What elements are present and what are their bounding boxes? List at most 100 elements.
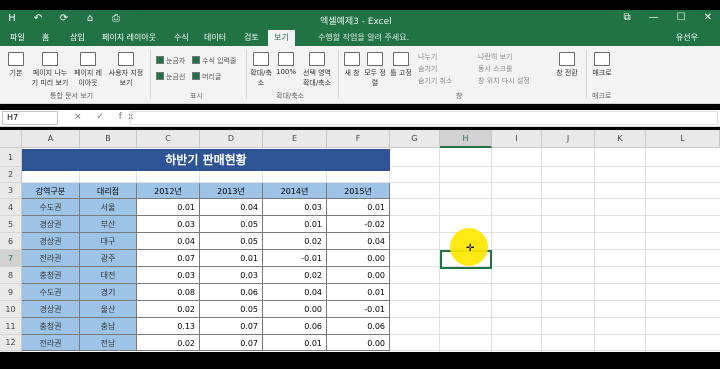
new-window-button[interactable]: 새 창 (342, 52, 362, 78)
table-value-cell[interactable]: 0.01 (327, 199, 390, 216)
reset-window-position-button[interactable]: 창 위치 다시 설정 (478, 76, 530, 86)
table-label-cell[interactable]: 광주 (80, 250, 137, 267)
column-header-h[interactable]: H (440, 130, 492, 148)
tab-view[interactable]: 보기 (268, 30, 295, 46)
table-header-cell[interactable]: 대리점 (80, 183, 137, 199)
redo-icon[interactable]: ⟳ (58, 13, 70, 25)
arrange-all-button[interactable]: 모두 정렬 (364, 52, 386, 88)
table-value-cell[interactable]: 0.03 (200, 267, 263, 284)
table-value-cell[interactable]: 0.01 (137, 199, 200, 216)
switch-windows-button[interactable]: 창 전환 (552, 52, 582, 78)
column-header-c[interactable]: C (137, 130, 200, 148)
macros-button[interactable]: 매크로 (590, 52, 614, 78)
minimize-icon[interactable]: — (649, 12, 659, 23)
tab-insert[interactable]: 삽입 (64, 30, 91, 46)
select-all-corner[interactable] (0, 130, 22, 148)
row-header-10[interactable]: 10 (0, 301, 22, 318)
row-header-9[interactable]: 9 (0, 284, 22, 301)
formula-bar-checkbox[interactable]: 수식 입력줄 (192, 56, 236, 66)
table-value-cell[interactable]: 0.01 (263, 216, 327, 233)
table-label-cell[interactable]: 울산 (80, 301, 137, 318)
undo-icon[interactable]: ↶ (32, 13, 44, 25)
table-value-cell[interactable]: 0.08 (137, 284, 200, 301)
column-header-b[interactable]: B (80, 130, 137, 148)
table-label-cell[interactable]: 충청권 (22, 318, 80, 335)
table-header-cell[interactable]: 강역구분 (22, 183, 80, 199)
user-name[interactable]: 유선우 (676, 30, 698, 46)
table-value-cell[interactable]: 0.03 (137, 216, 200, 233)
column-header-j[interactable]: J (542, 130, 595, 148)
table-label-cell[interactable]: 충남 (80, 318, 137, 335)
row-header-2[interactable]: 2 (0, 167, 22, 183)
table-value-cell[interactable]: -0.01 (327, 301, 390, 318)
unhide-button[interactable]: 숨기기 취소 (418, 76, 452, 86)
table-value-cell[interactable]: 0.06 (263, 318, 327, 335)
table-value-cell[interactable]: 0.01 (200, 250, 263, 267)
table-value-cell[interactable]: 0.06 (327, 318, 390, 335)
gridlines-checkbox[interactable]: 눈금선 (156, 72, 185, 82)
tell-me-box[interactable]: 수행할 작업을 알려 주세요. (318, 30, 409, 46)
table-label-cell[interactable]: 전라권 (22, 250, 80, 267)
row-header-12[interactable]: 12 (0, 335, 22, 351)
formula-input[interactable] (130, 111, 718, 125)
page-layout-view-button[interactable]: 페이지 레이아웃 (72, 52, 104, 88)
row-header-8[interactable]: 8 (0, 267, 22, 284)
table-value-cell[interactable]: 0.07 (200, 318, 263, 335)
table-label-cell[interactable]: 전남 (80, 335, 137, 351)
table-value-cell[interactable]: 0.07 (200, 335, 263, 351)
table-value-cell[interactable]: 0.02 (137, 301, 200, 318)
column-header-a[interactable]: A (22, 130, 80, 148)
open-icon[interactable]: ⌂ (84, 13, 96, 25)
ruler-checkbox[interactable]: 눈금자 (156, 56, 185, 66)
table-value-cell[interactable]: 0.03 (137, 267, 200, 284)
table-value-cell[interactable]: 0.04 (327, 233, 390, 250)
table-value-cell[interactable]: 0.05 (200, 301, 263, 318)
row-header-4[interactable]: 4 (0, 199, 22, 216)
table-label-cell[interactable]: 수도권 (22, 284, 80, 301)
split-button[interactable]: 나누기 (418, 52, 437, 62)
column-header-e[interactable]: E (263, 130, 327, 148)
zoom-button[interactable]: 확대/축소 (250, 52, 272, 88)
table-label-cell[interactable]: 부산 (80, 216, 137, 233)
table-value-cell[interactable]: 0.04 (263, 284, 327, 301)
table-value-cell[interactable]: 0.00 (263, 301, 327, 318)
maximize-icon[interactable]: ☐ (677, 12, 686, 23)
table-value-cell[interactable]: 0.02 (263, 267, 327, 284)
headings-checkbox[interactable]: 머리글 (192, 72, 221, 82)
page-break-preview-button[interactable]: 페이지 나누기 미리 보기 (30, 52, 70, 88)
print-preview-icon[interactable]: ⎙ (110, 13, 122, 25)
tab-home[interactable]: 홈 (36, 30, 55, 46)
table-value-cell[interactable]: -0.01 (263, 250, 327, 267)
table-header-cell[interactable]: 2014년 (263, 183, 327, 199)
freeze-panes-button[interactable]: 틀 고정 (388, 52, 414, 78)
table-value-cell[interactable]: 0.06 (200, 284, 263, 301)
column-header-i[interactable]: I (492, 130, 542, 148)
row-header-1[interactable]: 1 (0, 148, 22, 167)
table-value-cell[interactable]: 0.05 (200, 216, 263, 233)
row-header-3[interactable]: 3 (0, 183, 22, 199)
table-label-cell[interactable]: 경기 (80, 284, 137, 301)
table-label-cell[interactable]: 충청권 (22, 267, 80, 284)
table-value-cell[interactable]: 0.01 (327, 284, 390, 301)
table-label-cell[interactable]: 경상권 (22, 216, 80, 233)
tab-review[interactable]: 검토 (238, 30, 265, 46)
tab-page-layout[interactable]: 페이지 레이아웃 (96, 30, 162, 46)
zoom-100-button[interactable]: 100% (274, 52, 298, 76)
tab-file[interactable]: 파일 (4, 30, 31, 46)
table-value-cell[interactable]: 0.00 (327, 335, 390, 351)
table-value-cell[interactable]: 0.05 (200, 233, 263, 250)
table-label-cell[interactable]: 수도권 (22, 199, 80, 216)
table-header-cell[interactable]: 2013년 (200, 183, 263, 199)
table-value-cell[interactable]: 0.00 (327, 250, 390, 267)
table-value-cell[interactable]: 0.07 (137, 250, 200, 267)
table-value-cell[interactable]: 0.04 (137, 233, 200, 250)
ribbon-display-icon[interactable]: ⧉ (624, 12, 631, 23)
row-header-11[interactable]: 11 (0, 318, 22, 335)
zoom-selection-button[interactable]: 선택 영역 확대/축소 (300, 52, 334, 88)
row-header-6[interactable]: 6 (0, 233, 22, 250)
table-label-cell[interactable]: 경상권 (22, 233, 80, 250)
tab-data[interactable]: 데이터 (198, 30, 232, 46)
table-value-cell[interactable]: 0.02 (137, 335, 200, 351)
row-header-7[interactable]: 7 (0, 250, 22, 267)
synchronous-scrolling-button[interactable]: 동시 스크롤 (478, 64, 512, 74)
